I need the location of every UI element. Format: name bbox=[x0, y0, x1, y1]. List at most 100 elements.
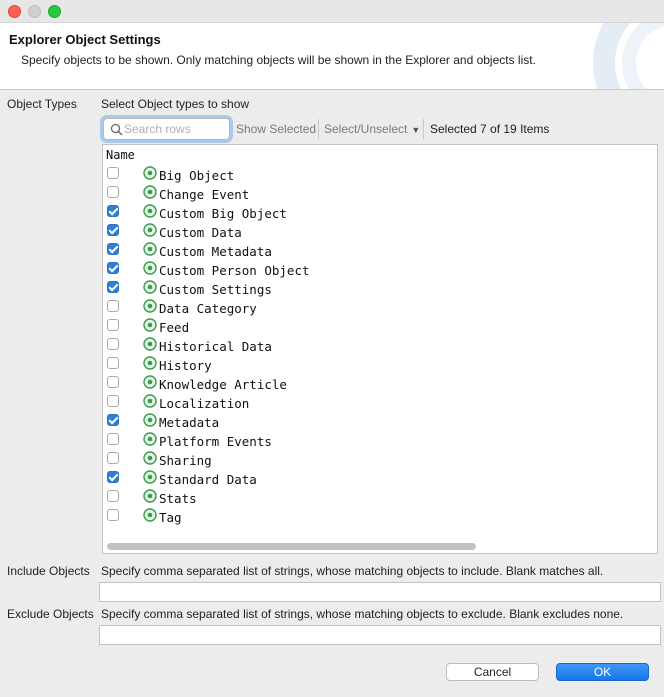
close-window-button[interactable] bbox=[8, 5, 21, 18]
list-item[interactable]: Metadata bbox=[103, 412, 657, 431]
name-column-header[interactable]: Name bbox=[106, 148, 135, 162]
object-type-icon bbox=[143, 261, 157, 275]
object-type-icon bbox=[143, 223, 157, 237]
list-item[interactable]: Knowledge Article bbox=[103, 374, 657, 393]
object-type-icon bbox=[143, 166, 157, 180]
search-icon bbox=[110, 123, 123, 136]
object-type-icon bbox=[143, 413, 157, 427]
list-item[interactable]: Localization bbox=[103, 393, 657, 412]
object-type-icon bbox=[143, 451, 157, 465]
ok-button[interactable]: OK bbox=[556, 663, 649, 681]
list-item-label: History bbox=[159, 358, 212, 373]
list-item[interactable]: Sharing bbox=[103, 450, 657, 469]
item-checkbox[interactable] bbox=[107, 376, 119, 388]
list-item-label: Historical Data bbox=[159, 339, 272, 354]
list-item-label: Tag bbox=[159, 510, 182, 525]
list-item-label: Custom Settings bbox=[159, 282, 272, 297]
object-type-icon bbox=[143, 280, 157, 294]
list-item[interactable]: Custom Data bbox=[103, 222, 657, 241]
search-rows-input[interactable] bbox=[124, 121, 226, 137]
dialog-title: Explorer Object Settings bbox=[9, 32, 161, 47]
list-item-label: Sharing bbox=[159, 453, 212, 468]
include-objects-field[interactable] bbox=[99, 582, 661, 602]
item-checkbox[interactable] bbox=[107, 224, 119, 236]
object-types-instruction: Select Object types to show bbox=[101, 97, 250, 111]
list-item-label: Stats bbox=[159, 491, 197, 506]
list-item[interactable]: Feed bbox=[103, 317, 657, 336]
list-item[interactable]: Stats bbox=[103, 488, 657, 507]
list-item-label: Custom Big Object bbox=[159, 206, 287, 221]
object-type-icon bbox=[143, 375, 157, 389]
show-selected-button[interactable]: Show Selected bbox=[236, 122, 316, 136]
select-unselect-dropdown[interactable]: Select/Unselect ▼ bbox=[324, 122, 420, 136]
item-checkbox[interactable] bbox=[107, 433, 119, 445]
item-checkbox[interactable] bbox=[107, 357, 119, 369]
list-item[interactable]: Custom Metadata bbox=[103, 241, 657, 260]
search-rows-box[interactable] bbox=[103, 118, 230, 140]
object-types-list[interactable]: Name Big Object Change Event Custom Big Ob… bbox=[102, 144, 658, 554]
item-checkbox[interactable] bbox=[107, 452, 119, 464]
object-type-icon bbox=[143, 204, 157, 218]
toolbar-separator bbox=[318, 119, 319, 139]
selected-count: Selected 7 of 19 Items bbox=[430, 122, 550, 136]
item-checkbox[interactable] bbox=[107, 300, 119, 312]
object-type-icon bbox=[143, 356, 157, 370]
exclude-objects-help: Specify comma separated list of strings,… bbox=[101, 607, 624, 621]
object-type-icon bbox=[143, 470, 157, 484]
list-item[interactable]: Big Object bbox=[103, 165, 657, 184]
list-item[interactable]: Tag bbox=[103, 507, 657, 526]
item-checkbox[interactable] bbox=[107, 205, 119, 217]
item-checkbox[interactable] bbox=[107, 395, 119, 407]
select-unselect-label: Select/Unselect bbox=[324, 122, 408, 136]
list-item[interactable]: Data Category bbox=[103, 298, 657, 317]
list-item[interactable]: Custom Big Object bbox=[103, 203, 657, 222]
object-types-label: Object Types bbox=[7, 97, 77, 111]
list-item[interactable]: Custom Settings bbox=[103, 279, 657, 298]
list-item-label: Metadata bbox=[159, 415, 220, 430]
list-item[interactable]: Standard Data bbox=[103, 469, 657, 488]
item-checkbox[interactable] bbox=[107, 471, 119, 483]
object-type-icon bbox=[143, 432, 157, 446]
exclude-objects-input[interactable] bbox=[100, 626, 660, 644]
list-item-label: Custom Metadata bbox=[159, 244, 272, 259]
item-checkbox[interactable] bbox=[107, 414, 119, 426]
item-checkbox[interactable] bbox=[107, 243, 119, 255]
item-checkbox[interactable] bbox=[107, 319, 119, 331]
maximize-window-button[interactable] bbox=[48, 5, 61, 18]
list-item-label: Feed bbox=[159, 320, 190, 335]
include-objects-label: Include Objects bbox=[7, 564, 90, 578]
chevron-down-icon: ▼ bbox=[411, 125, 421, 135]
object-type-icon bbox=[143, 318, 157, 332]
item-checkbox[interactable] bbox=[107, 490, 119, 502]
list-item-label: Localization bbox=[159, 396, 250, 411]
list-item[interactable]: Custom Person Object bbox=[103, 260, 657, 279]
object-type-icon bbox=[143, 299, 157, 313]
object-type-icon bbox=[143, 394, 157, 408]
item-checkbox[interactable] bbox=[107, 281, 119, 293]
item-checkbox[interactable] bbox=[107, 338, 119, 350]
list-item[interactable]: History bbox=[103, 355, 657, 374]
include-objects-help: Specify comma separated list of strings,… bbox=[101, 564, 604, 578]
list-item-label: Platform Events bbox=[159, 434, 272, 449]
include-objects-input[interactable] bbox=[100, 583, 660, 601]
item-checkbox[interactable] bbox=[107, 262, 119, 274]
dialog-header: Explorer Object Settings Specify objects… bbox=[0, 23, 664, 90]
item-checkbox[interactable] bbox=[107, 167, 119, 179]
object-type-icon bbox=[143, 185, 157, 199]
list-item-label: Data Category bbox=[159, 301, 257, 316]
minimize-window-button[interactable] bbox=[28, 5, 41, 18]
list-item[interactable]: Historical Data bbox=[103, 336, 657, 355]
toolbar-separator bbox=[423, 119, 424, 139]
cancel-button[interactable]: Cancel bbox=[446, 663, 539, 681]
object-type-icon bbox=[143, 508, 157, 522]
exclude-objects-field[interactable] bbox=[99, 625, 661, 645]
object-type-icon bbox=[143, 489, 157, 503]
item-checkbox[interactable] bbox=[107, 186, 119, 198]
list-item[interactable]: Platform Events bbox=[103, 431, 657, 450]
list-item-label: Big Object bbox=[159, 168, 235, 183]
window-titlebar bbox=[0, 0, 664, 23]
object-type-icon bbox=[143, 337, 157, 351]
horizontal-scrollbar[interactable] bbox=[107, 543, 476, 550]
item-checkbox[interactable] bbox=[107, 509, 119, 521]
list-item[interactable]: Change Event bbox=[103, 184, 657, 203]
